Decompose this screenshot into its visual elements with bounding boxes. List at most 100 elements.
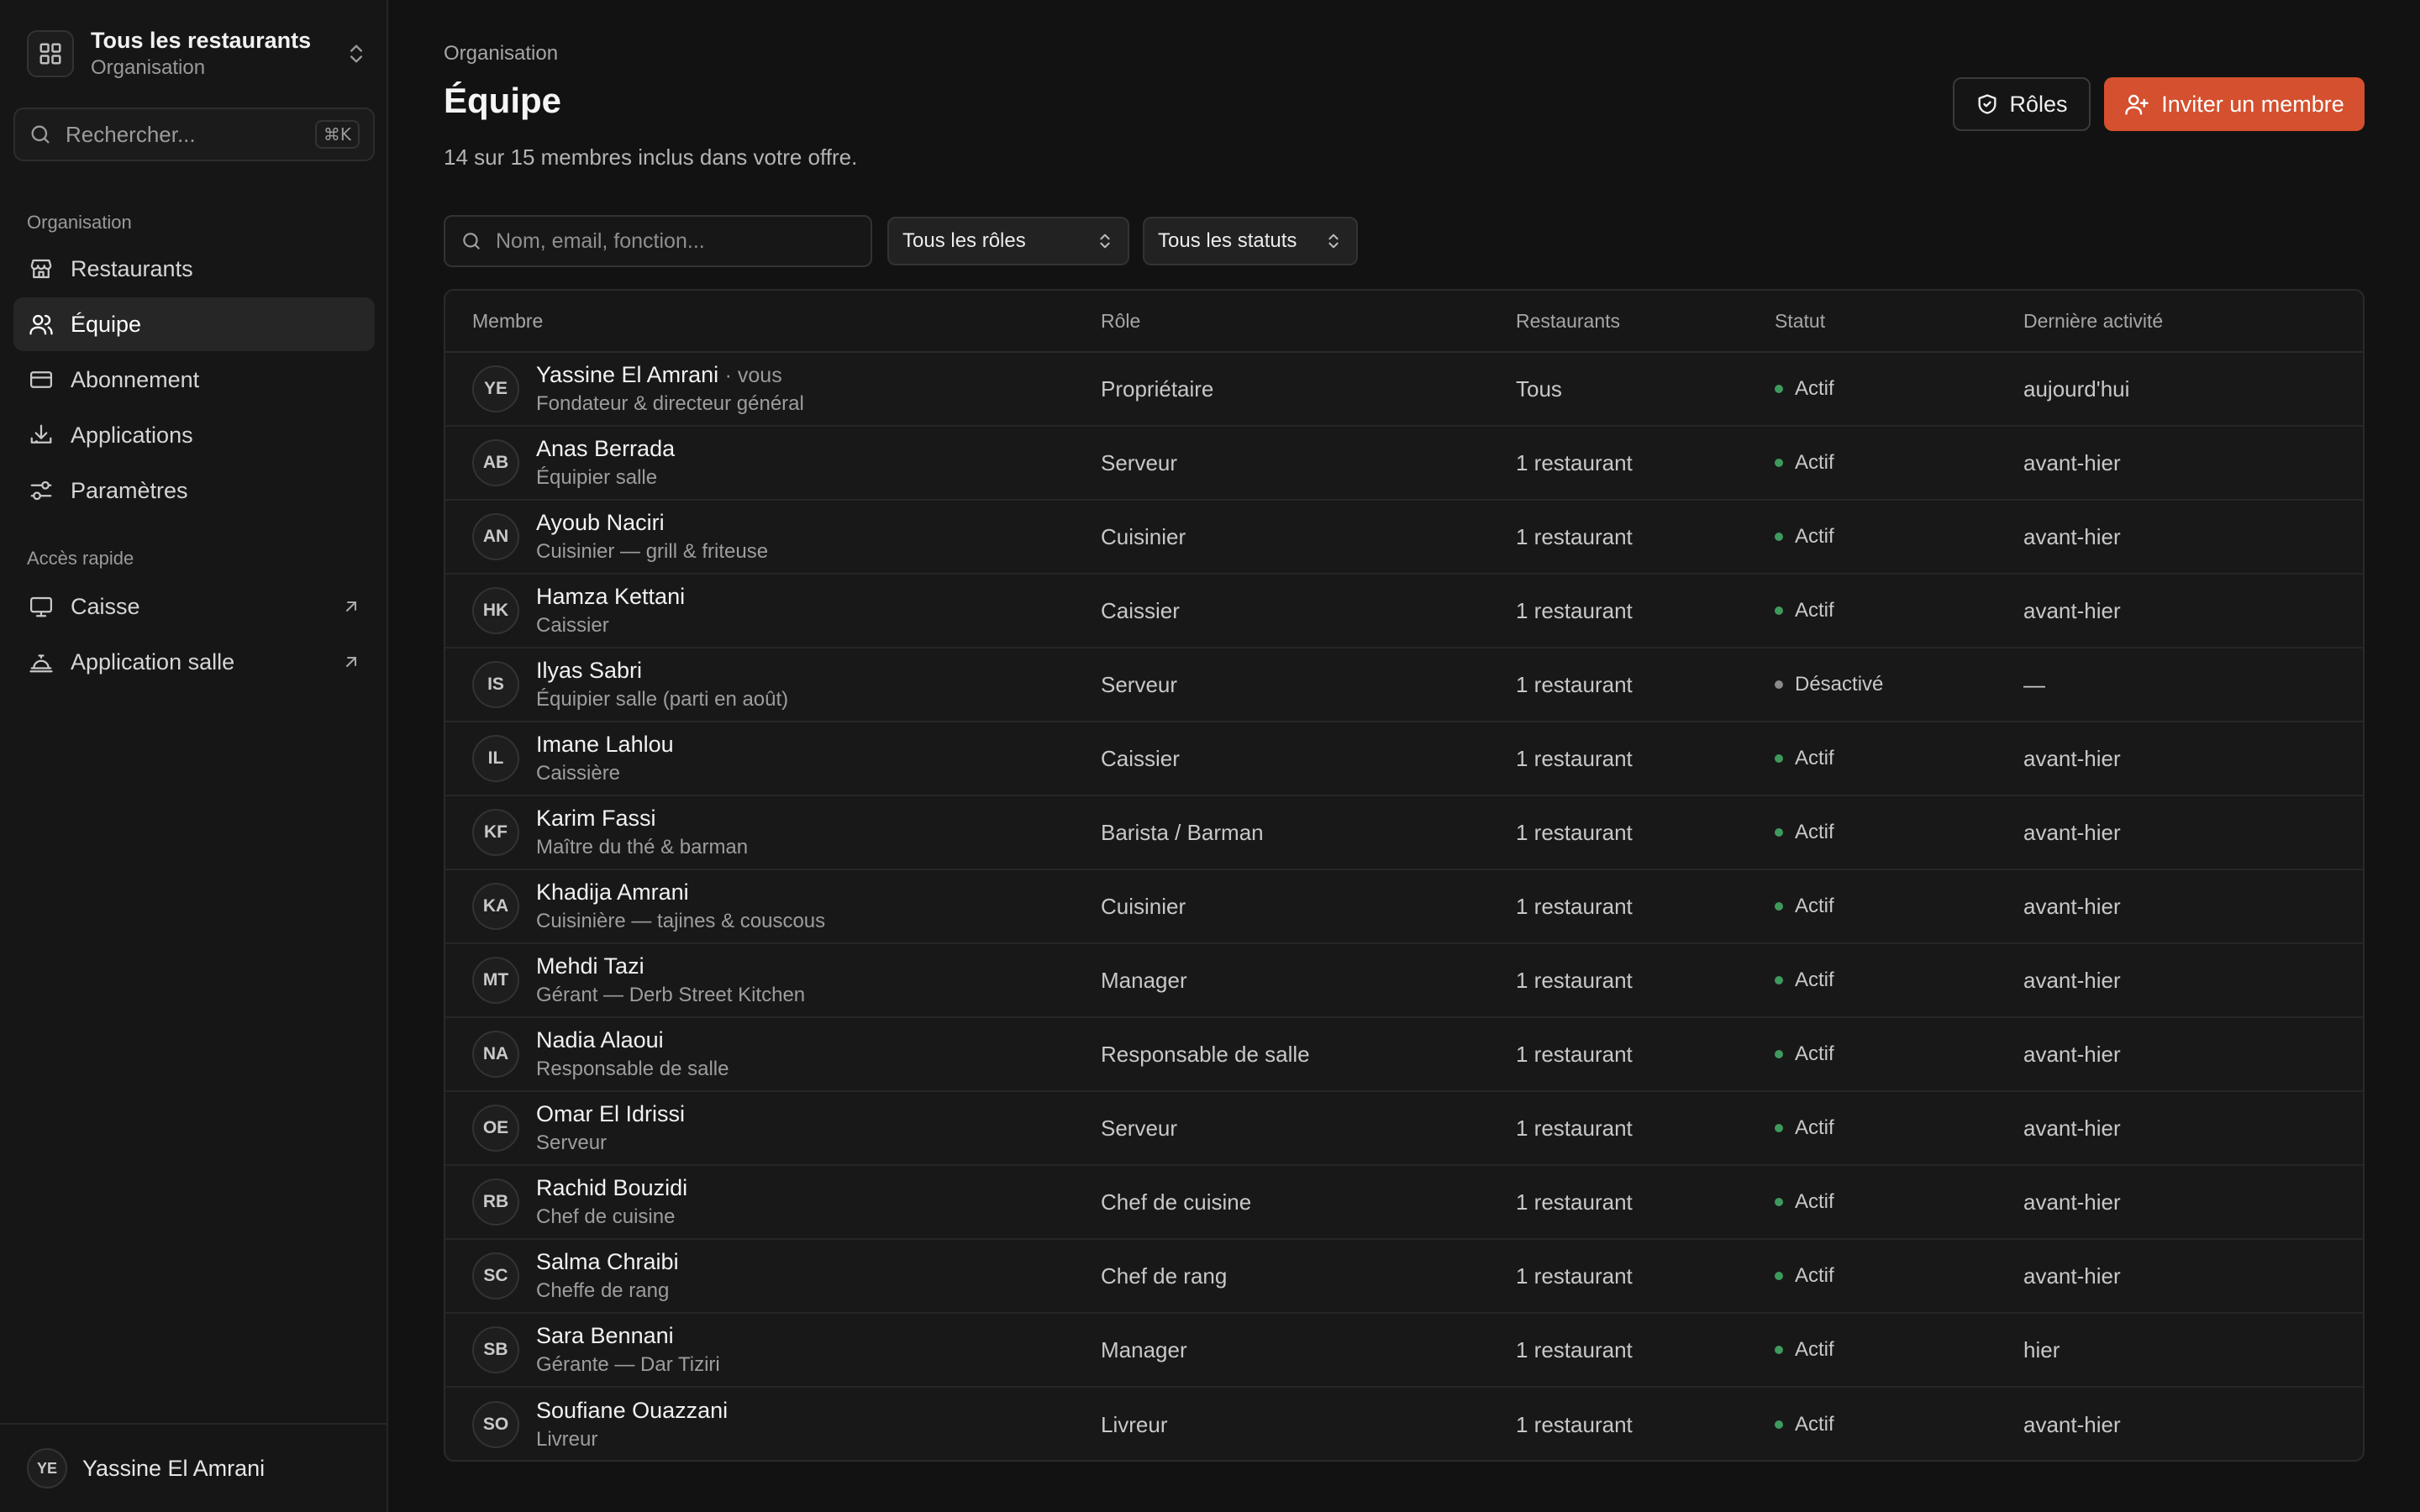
member-cell: AB Anas Berrada Équipier salle	[445, 434, 1101, 492]
status-label: Actif	[1795, 451, 1834, 474]
activity-cell: avant-hier	[2023, 449, 2121, 475]
activity-cell: avant-hier	[2023, 1115, 2121, 1141]
table-row[interactable]: SC Salma Chraibi Cheffe de rang Chef de …	[445, 1240, 2363, 1314]
column-header-role[interactable]: Rôle	[1101, 310, 1516, 333]
sidebar-item-label: Caisse	[71, 593, 140, 619]
activity-cell: avant-hier	[2023, 819, 2121, 845]
download-icon	[27, 421, 55, 449]
member-name: Imane Lahlou	[536, 731, 674, 757]
restaurants-cell: 1 restaurant	[1516, 523, 1633, 549]
sidebar-item-abonnement[interactable]: Abonnement	[13, 353, 375, 407]
role-cell: Barista / Barman	[1101, 819, 1264, 845]
avatar: AN	[472, 513, 519, 560]
organization-subtitle: Organisation	[91, 56, 206, 79]
status-dot	[1775, 1124, 1783, 1132]
restaurants-cell: 1 restaurant	[1516, 1041, 1633, 1067]
member-name: Soufiane Ouazzani	[536, 1397, 729, 1423]
activity-cell: avant-hier	[2023, 1411, 2121, 1437]
status-badge: Actif	[1775, 821, 2023, 844]
sidebar-item-restaurants[interactable]: Restaurants	[13, 242, 375, 296]
chevrons-up-down-icon	[1324, 232, 1343, 250]
table-row[interactable]: AB Anas Berrada Équipier salle Serveur 1…	[445, 427, 2363, 501]
restaurants-cell: 1 restaurant	[1516, 1189, 1633, 1215]
member-name: Hamza Kettani	[536, 583, 686, 609]
status-dot	[1775, 606, 1783, 615]
member-cell: NA Nadia Alaoui Responsable de salle	[445, 1026, 1101, 1084]
member-name: Ilyas Sabri	[536, 657, 643, 683]
user-menu[interactable]: YE Yassine El Amrani	[0, 1423, 387, 1512]
member-name: Karim Fassi	[536, 805, 656, 831]
column-header-status[interactable]: Statut	[1775, 310, 2023, 333]
restaurants-cell: 1 restaurant	[1516, 1336, 1633, 1362]
status-badge: Actif	[1775, 895, 2023, 918]
member-search-input[interactable]: Nom, email, fonction...	[444, 215, 872, 267]
activity-cell: avant-hier	[2023, 597, 2121, 623]
sidebar-item-equipe[interactable]: Équipe	[13, 297, 375, 351]
table-row[interactable]: IS Ilyas Sabri Équipier salle (parti en …	[445, 648, 2363, 722]
table-row[interactable]: SO Soufiane Ouazzani Livreur Livreur 1 r…	[445, 1388, 2363, 1460]
monitor-icon	[27, 592, 55, 621]
role-cell: Chef de rang	[1101, 1263, 1228, 1289]
external-link-icon	[341, 596, 361, 617]
member-function: Cheffe de rang	[536, 1278, 670, 1302]
chevrons-up-down-icon	[345, 42, 368, 66]
status-label: Actif	[1795, 1042, 1834, 1065]
sidebar-search[interactable]: Rechercher... ⌘K	[13, 108, 375, 161]
status-filter-select[interactable]: Tous les statuts	[1143, 217, 1358, 265]
organization-switcher[interactable]: Tous les restaurants Organisation	[27, 24, 368, 84]
column-header-restaurants[interactable]: Restaurants	[1516, 310, 1775, 333]
table-row[interactable]: HK Hamza Kettani Caissier Caissier 1 res…	[445, 575, 2363, 648]
role-cell: Manager	[1101, 967, 1187, 993]
member-cell: KA Khadija Amrani Cuisinière — tajines &…	[445, 878, 1101, 936]
sidebar-item-application-salle[interactable]: Application salle	[13, 635, 375, 689]
sidebar-item-applications[interactable]: Applications	[13, 408, 375, 462]
table-row[interactable]: AN Ayoub Naciri Cuisinier — grill & frit…	[445, 501, 2363, 575]
table-row[interactable]: OE Omar El Idrissi Serveur Serveur 1 res…	[445, 1092, 2363, 1166]
status-badge: Actif	[1775, 1042, 2023, 1066]
roles-filter-select[interactable]: Tous les rôles	[887, 217, 1129, 265]
member-function: Cuisinier — grill & friteuse	[536, 539, 769, 563]
avatar: KF	[472, 809, 519, 856]
sliders-icon	[27, 476, 55, 505]
member-function: Gérante — Dar Tiziri	[536, 1352, 720, 1376]
table-row[interactable]: RB Rachid Bouzidi Chef de cuisine Chef d…	[445, 1166, 2363, 1240]
roles-button[interactable]: Rôles	[1953, 77, 2091, 131]
status-dot	[1775, 1050, 1783, 1058]
invite-member-button[interactable]: Inviter un membre	[2104, 77, 2365, 131]
status-dot	[1775, 1346, 1783, 1354]
status-label: Actif	[1795, 969, 1834, 991]
shield-check-icon	[1975, 92, 1999, 116]
column-header-member[interactable]: Membre	[445, 310, 1101, 333]
member-cell: KF Karim Fassi Maître du thé & barman	[445, 804, 1101, 862]
activity-cell: avant-hier	[2023, 1263, 2121, 1289]
restaurants-cell: 1 restaurant	[1516, 1115, 1633, 1141]
table-row[interactable]: KF Karim Fassi Maître du thé & barman Ba…	[445, 796, 2363, 870]
member-name: Yassine El Amrani	[536, 361, 719, 387]
column-header-activity[interactable]: Dernière activité	[2023, 310, 2363, 333]
restaurants-cell: 1 restaurant	[1516, 597, 1633, 623]
table-row[interactable]: MT Mehdi Tazi Gérant — Derb Street Kitch…	[445, 944, 2363, 1018]
table-body: YE Yassine El Amrani · vous Fondateur & …	[445, 353, 2363, 1460]
table-row[interactable]: IL Imane Lahlou Caissière Caissier 1 res…	[445, 722, 2363, 796]
avatar: HK	[472, 587, 519, 634]
restaurants-cell: 1 restaurant	[1516, 449, 1633, 475]
status-badge: Actif	[1775, 1116, 2023, 1140]
status-badge: Actif	[1775, 451, 2023, 475]
member-function: Caissière	[536, 761, 621, 785]
status-badge: Actif	[1775, 1413, 2023, 1436]
member-name: Sara Bennani	[536, 1322, 674, 1348]
table-row[interactable]: SB Sara Bennani Gérante — Dar Tiziri Man…	[445, 1314, 2363, 1388]
status-label: Actif	[1795, 747, 1834, 769]
status-badge: Actif	[1775, 599, 2023, 622]
status-dot	[1775, 1198, 1783, 1206]
table-row[interactable]: NA Nadia Alaoui Responsable de salle Res…	[445, 1018, 2363, 1092]
status-badge: Actif	[1775, 747, 2023, 770]
page-title: Équipe	[444, 81, 562, 120]
status-dot	[1775, 1420, 1783, 1429]
sidebar-item-parametres[interactable]: Paramètres	[13, 464, 375, 517]
sidebar-item-caisse[interactable]: Caisse	[13, 580, 375, 633]
activity-cell: avant-hier	[2023, 893, 2121, 919]
table-row[interactable]: KA Khadija Amrani Cuisinière — tajines &…	[445, 870, 2363, 944]
table-row[interactable]: YE Yassine El Amrani · vous Fondateur & …	[445, 353, 2363, 427]
role-cell: Caissier	[1101, 597, 1180, 623]
